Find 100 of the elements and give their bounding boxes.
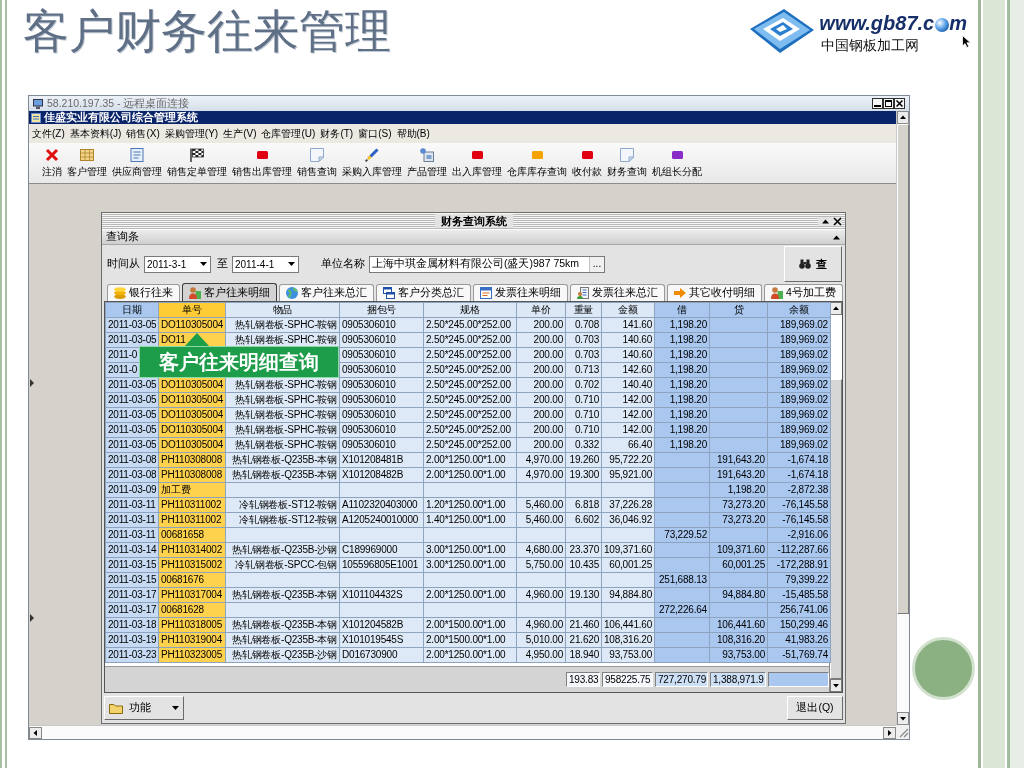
toolbar-button[interactable]: 产品管理 [406,145,448,180]
toolbar-button[interactable]: 收付款 [571,145,603,180]
menu-item[interactable]: 基本资料(J) [67,125,124,142]
field-label: 至 [217,257,228,271]
date-field[interactable]: 2011-3-1 [144,255,211,273]
logo-text: m [949,13,967,34]
column-header[interactable]: 重量 [565,302,602,318]
menu-item[interactable]: 生产(V) [221,125,259,142]
maximize-icon [885,100,892,107]
window-title: 58.210.197.35 - 远程桌面连接 [47,96,190,111]
column-header[interactable]: 捆包号 [339,302,424,318]
binoculars-icon [799,259,811,269]
menu-item[interactable]: 采购管理(Y) [162,125,221,142]
dropdown-icon [288,262,295,266]
total-field: 1,388,971.9 [710,672,766,687]
logo-text: www.gb87.c [819,13,935,34]
form-icon [480,287,492,299]
column-header[interactable]: 金额 [601,302,655,318]
note-icon [620,148,634,162]
coins-icon [114,287,126,299]
report-icon [577,287,589,299]
tab[interactable]: 其它收付明细 [667,284,762,301]
menu-item[interactable]: 文件(Z) [30,125,67,142]
cross-icon [45,148,59,162]
scroll-right-icon[interactable] [883,726,896,739]
column-header[interactable]: 余额 [767,302,831,318]
toolbar-button[interactable]: 销售定单管理 [166,145,228,180]
scroll-down-icon[interactable] [897,712,909,725]
app-icon [31,112,41,123]
column-header[interactable]: 规格 [423,302,517,318]
callout-pointer-icon [185,333,209,346]
grid-icon [80,149,94,161]
mouse-pointer-icon [962,35,971,48]
globe-icon [935,18,950,32]
splitter-handle-icon[interactable] [30,379,34,387]
browse-button[interactable]: ... [589,256,604,272]
logo-icon [749,8,816,54]
toolbar-button[interactable]: 采购入库管理 [341,145,403,180]
scrollbar-thumb[interactable] [897,124,909,614]
tab[interactable]: 客户分类总汇 [376,284,471,301]
date-field[interactable]: 2011-4-1 [232,255,299,273]
column-header[interactable]: 物品 [225,302,340,318]
slide-title: 客户财务往来管理 [23,4,391,59]
user-icon [189,286,201,299]
folder-icon [109,702,123,714]
menu-item[interactable]: 帮助(B) [394,125,432,142]
document-icon [130,148,144,162]
menu-item[interactable]: 仓库管理(U) [259,125,318,142]
app-title: 佳盛实业有限公司综合管理系统 [44,111,198,124]
close-icon [896,100,903,107]
tab[interactable]: 发票往来总汇 [570,284,665,301]
toolbar-button[interactable]: 供应商管理 [111,145,163,180]
total-field: 958225.75 [602,672,653,687]
minimize-button[interactable] [872,98,883,109]
scroll-up-icon[interactable] [830,302,842,315]
exit-button[interactable]: 退出(Q) [787,696,843,720]
toolbar-button[interactable]: 销售查询 [296,145,338,180]
scroll-left-icon[interactable] [29,726,42,739]
company-field[interactable]: 上海中琪金属材料有限公司(盛天)987 75km ... [369,255,605,273]
user-icon [771,287,783,299]
menu-item[interactable]: 财务(T) [318,125,356,142]
maximize-button[interactable] [883,98,894,109]
computer-icon [33,98,43,109]
toolbar-button[interactable]: 机组长分配 [651,145,703,180]
function-button[interactable]: 功能 [104,696,184,720]
scroll-up-icon[interactable] [897,111,909,124]
menu-item[interactable]: 销售(X) [124,125,162,142]
tab[interactable]: 4号加工费 [764,284,843,301]
checkered-flag-icon [190,148,204,162]
device-icon [420,148,434,162]
scroll-down-icon[interactable] [830,679,842,692]
field-label: 时间从 [107,257,140,271]
menu-item[interactable]: 窗口(S) [356,125,394,142]
toolbar-button[interactable]: 客户管理 [66,145,108,180]
column-header[interactable]: 日期 [105,302,159,318]
column-header[interactable]: 贷 [709,302,768,318]
toolbar-button[interactable]: 注消 [41,145,63,180]
toolbar-button[interactable]: 销售出库管理 [231,145,293,180]
caret-icon [172,706,179,710]
splitter-handle-icon[interactable] [30,614,34,622]
toolbar-button[interactable]: 财务查询 [606,145,648,180]
toolbar-button[interactable]: 仓库库存查询 [506,145,568,180]
close-icon[interactable] [833,216,842,226]
dropdown-icon [200,262,207,266]
toolbar-button[interactable]: 出入库管理 [451,145,503,180]
column-header[interactable]: 单价 [516,302,566,318]
tab[interactable]: 银行往来 [107,284,180,301]
note-icon [310,148,324,162]
tab[interactable]: 客户往来总汇 [279,284,374,301]
column-header[interactable]: 借 [654,302,710,318]
windows-icon [383,287,395,299]
pen-icon [365,148,379,162]
logo-tagline: 中国钢板加工网 [821,36,920,54]
tab[interactable]: 客户往来明细 [182,283,277,301]
column-header[interactable]: 单号 [158,302,226,318]
search-button[interactable]: 查 [784,246,842,282]
close-button[interactable] [894,98,905,109]
tab[interactable]: 发票往来明细 [473,284,568,301]
field-label: 单位名称 [321,257,365,271]
total-field: 727,270.79 [655,672,708,687]
